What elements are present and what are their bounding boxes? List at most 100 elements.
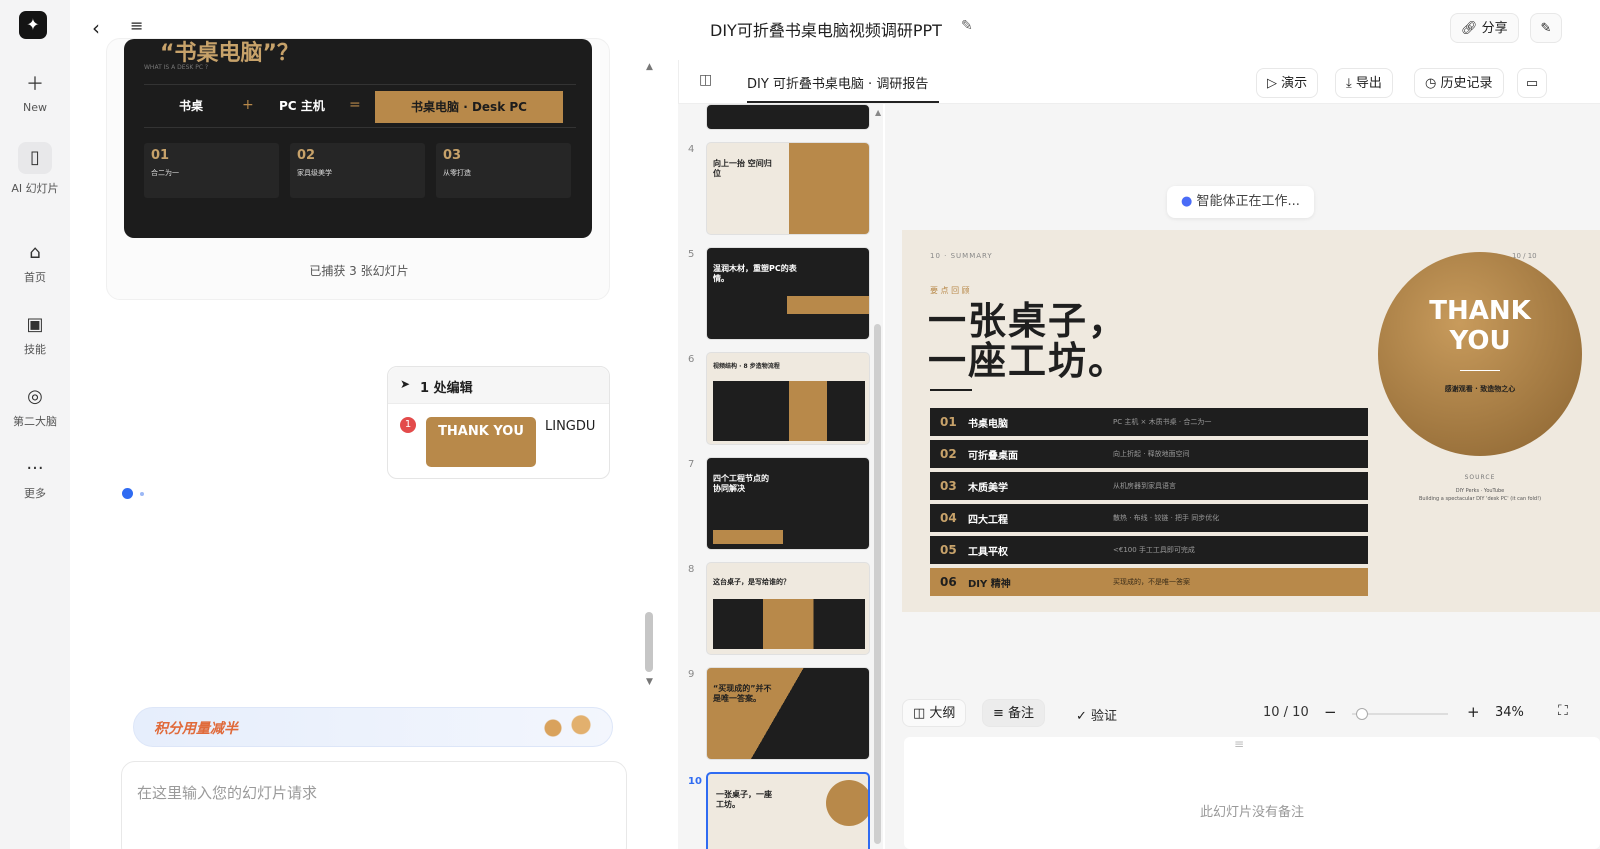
col-3-label: 从零打造	[443, 169, 471, 177]
thumb-5-bar	[787, 296, 869, 314]
chat-scrollbar-thumb[interactable]	[645, 612, 653, 672]
rail-new[interactable]: ＋ New	[0, 75, 70, 115]
outline-label: 大纲	[929, 706, 956, 721]
source-line-2: Building a spectacular DIY 'desk PC' (it…	[1418, 496, 1542, 502]
cursor-icon: ➤	[400, 377, 411, 391]
thumb-10-num: 10	[688, 776, 702, 787]
folder-button[interactable]: ▭	[1517, 68, 1547, 98]
export-button[interactable]: ⤓ 导出	[1335, 68, 1393, 98]
thumb-scrollbar[interactable]	[874, 324, 881, 844]
zoom-slider[interactable]	[1352, 708, 1448, 720]
menu-icon[interactable]: ≡	[130, 16, 143, 35]
app-logo-icon[interactable]: ✦	[19, 11, 47, 39]
thumb-7-num: 7	[688, 459, 695, 470]
thumb-6-text: 视频结构 · 8 步造物流程	[713, 363, 780, 370]
verify-button[interactable]: ✓ 验证	[1076, 705, 1117, 724]
share-button[interactable]: 🔗︎ 分享	[1450, 13, 1519, 43]
left-rail: ✦ ＋ New ▯ AI 幻灯片 ⌂ 首页 ▣ 技能 ◎ 第二大脑 ··· 更多	[0, 0, 70, 849]
current-slide[interactable]: 10 · SUMMARY 10 / 10 要 点 回 顾 一张桌子， 一座工坊。…	[902, 230, 1600, 612]
thumb-8[interactable]: 这台桌子，是写给谁的？	[706, 562, 870, 655]
zoom-slider-knob[interactable]	[1355, 708, 1368, 720]
present-button[interactable]: ▷ 演示	[1256, 68, 1319, 98]
notes-panel[interactable]: ≡ 此幻灯片没有备注	[904, 737, 1600, 849]
edit-title: 1 处编辑	[420, 381, 473, 396]
document-title[interactable]: DIY可折叠书桌电脑视频调研PPT	[710, 17, 942, 41]
thumb-scroll-up-icon[interactable]: ▲	[875, 108, 881, 117]
promo-text: 积分用量减半	[154, 721, 238, 737]
circle-rule	[1460, 370, 1500, 371]
chat-input-placeholder: 在这里输入您的幻灯片请求	[137, 784, 318, 802]
rail-home[interactable]: ⌂ 首页	[0, 243, 70, 285]
thumb-8-num: 8	[688, 564, 695, 575]
row-5-desc: <€100 手工工具即可完成	[1113, 546, 1195, 554]
thumb-4[interactable]: 向上一抬 空间归位	[706, 142, 870, 235]
slide-kicker: 要 点 回 顾	[930, 286, 970, 295]
slide-canvas: ● 智能体正在工作... 10 · SUMMARY 10 / 10 要 点 回 …	[885, 104, 1600, 849]
rail-new-label: New	[23, 101, 47, 114]
rail-ai-slides[interactable]: ▯ AI 幻灯片	[0, 142, 70, 196]
thumb-6[interactable]: 视频结构 · 8 步造物流程	[706, 352, 870, 445]
agent-status-text: 智能体正在工作...	[1196, 194, 1300, 209]
drag-handle-icon[interactable]: ≡	[1234, 737, 1244, 751]
row-3-desc: 从机房器到家具语言	[1113, 482, 1176, 490]
doc-tab-underline	[747, 101, 939, 103]
rail-skills-label: 技能	[24, 343, 46, 356]
edit-title-icon[interactable]: ✎	[961, 18, 973, 34]
thumb-10-text: 一张桌子，一座工坊。	[716, 790, 772, 809]
folder-icon: ▭	[1525, 76, 1539, 91]
preview-col-3: 03 从零打造	[436, 143, 571, 198]
thumb-10[interactable]: 一张桌子，一座工坊。	[706, 772, 870, 849]
eq-desk: 书桌	[179, 99, 204, 113]
circle-sub: 感谢观看 · 致造物之心	[1444, 385, 1516, 393]
equation-row: 书桌 + PC 主机 = 书桌电脑 · Desk PC	[144, 84, 576, 128]
rail-brain[interactable]: ◎ 第二大脑	[0, 387, 70, 429]
thumb-7-text: 四个工程节点的协同解决	[713, 474, 769, 493]
thumb-9[interactable]: “买现成的”并不是唯一答案。	[706, 667, 870, 760]
source-line-1: DIY Perks · YouTube	[1455, 488, 1505, 494]
promo-banner[interactable]: 积分用量减半	[133, 707, 613, 747]
bottom-toolbar: ◫ 大纲 ≡ 备注 ✓ 验证 10 / 10 − + 34% ⛶	[902, 699, 1600, 729]
chat-input[interactable]: 在这里输入您的幻灯片请求	[121, 761, 627, 849]
scroll-down-icon[interactable]: ▼	[646, 677, 653, 687]
rail-brain-label: 第二大脑	[13, 415, 57, 428]
thumb-8-cols	[713, 599, 865, 649]
rail-skills[interactable]: ▣ 技能	[0, 315, 70, 357]
thumb-3[interactable]	[706, 104, 870, 130]
source-label: SOURCE	[1464, 474, 1496, 481]
row-1-key: 书桌电脑	[968, 418, 1008, 430]
notes-icon: ≡	[993, 706, 1009, 721]
edit-thumb[interactable]: THANK YOU	[426, 417, 536, 467]
eq-equals: =	[349, 97, 361, 113]
rail-more[interactable]: ··· 更多	[0, 459, 70, 501]
rail-more-label: 更多	[24, 487, 46, 500]
check-circle-icon: ✓	[1076, 709, 1092, 724]
slide-title-1: 一张桌子，	[928, 299, 1129, 343]
thumb-7[interactable]: 四个工程节点的协同解决	[706, 457, 870, 550]
col-2-num: 02	[297, 148, 316, 163]
fit-screen-icon[interactable]: ⛶	[1558, 703, 1568, 719]
col-1-num: 01	[151, 148, 170, 163]
history-label: 历史记录	[1440, 76, 1493, 91]
zoom-out-button[interactable]: −	[1324, 703, 1337, 721]
slide-preview[interactable]: “书桌电脑”？ WHAT IS A DESK PC ? 书桌 + PC 主机 =…	[124, 39, 592, 238]
zoom-in-button[interactable]: +	[1467, 703, 1480, 721]
row-6-desc: 买现成的，不是唯一答案	[1113, 578, 1190, 586]
thumb-10-circle	[826, 780, 868, 826]
thumb-5[interactable]: 温润木材，重塑PC的表情。	[706, 247, 870, 340]
thumb-9-text: “买现成的”并不是唯一答案。	[713, 684, 772, 703]
sidebar-toggle-icon[interactable]: ◫	[699, 72, 712, 88]
back-icon[interactable]: ‹	[92, 16, 100, 40]
loading-dot	[122, 488, 133, 499]
history-button[interactable]: ◷ 历史记录	[1414, 68, 1504, 98]
scroll-up-icon[interactable]: ▲	[646, 62, 653, 72]
thumbnail-strip: 4 向上一抬 空间归位 5 温润木材，重塑PC的表情。 6 视频结构 · 8 步…	[678, 104, 883, 849]
doc-tab[interactable]: DIY 可折叠书桌电脑 · 调研报告	[747, 73, 928, 92]
eq-result: 书桌电脑 · Desk PC	[375, 91, 563, 123]
thank-you-circle: THANK YOU 感谢观看 · 致造物之心	[1378, 252, 1582, 456]
new-note-button[interactable]: ✎	[1530, 13, 1562, 43]
circle-text-1: THANK	[1429, 296, 1531, 326]
loading-dot-small	[140, 492, 144, 496]
notes-button[interactable]: ≡ 备注	[982, 699, 1046, 727]
summary-row-1: 01 书桌电脑 PC 主机 × 木质书桌 · 合二为一	[930, 408, 1368, 436]
outline-button[interactable]: ◫ 大纲	[902, 699, 967, 727]
